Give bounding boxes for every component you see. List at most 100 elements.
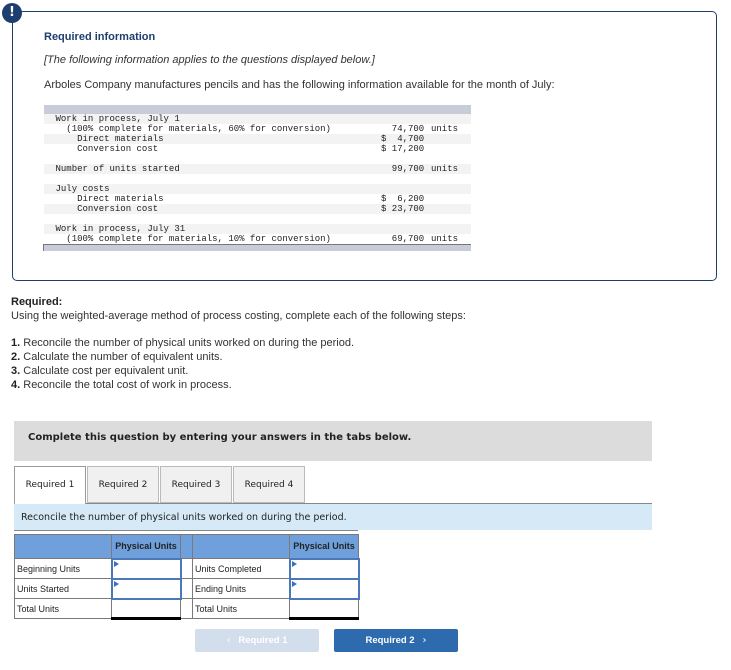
row-amount: 74,700 bbox=[381, 124, 425, 134]
step-item: 3. Calculate cost per equivalent unit. bbox=[11, 364, 354, 378]
step-number: 4. bbox=[11, 379, 21, 391]
row-label: Conversion cost bbox=[43, 204, 381, 214]
step-text: Calculate the number of equivalent units… bbox=[20, 351, 223, 363]
chevron-right-icon: › bbox=[422, 635, 427, 646]
table-row: Work in process, July 31 bbox=[43, 224, 471, 234]
required-information-title: Required information bbox=[44, 31, 156, 43]
step-text: Reconcile the total cost of work in proc… bbox=[20, 379, 232, 391]
row-amount: $ 23,700 bbox=[381, 204, 431, 214]
table-row: Beginning Units Units Completed bbox=[14, 557, 360, 580]
chevron-left-icon: ‹ bbox=[226, 635, 231, 646]
required-intro: Using the weighted-average method of pro… bbox=[11, 310, 466, 322]
units-completed-label: Units Completed bbox=[192, 558, 290, 579]
step-item: 2. Calculate the number of equivalent un… bbox=[11, 350, 354, 364]
row-label: (100% complete for materials, 60% for co… bbox=[55, 124, 331, 134]
row-unit bbox=[431, 184, 471, 194]
next-button-label: Required 2 bbox=[365, 635, 415, 646]
units-completed-input[interactable] bbox=[290, 559, 358, 578]
table-row: Number of units started 99,700 units bbox=[43, 164, 471, 174]
next-required-button[interactable]: Required 2 › bbox=[334, 629, 458, 652]
total-units-left-label: Total Units bbox=[14, 598, 112, 619]
ending-units-cell[interactable] bbox=[288, 577, 360, 600]
required-section: Required: Using the weighted-average met… bbox=[11, 295, 466, 323]
ending-units-input[interactable] bbox=[290, 579, 358, 598]
tab-required-1[interactable]: Required 1 bbox=[14, 466, 86, 504]
info-description: Arboles Company manufactures pencils and… bbox=[44, 79, 555, 91]
units-started-input[interactable] bbox=[112, 579, 180, 598]
row-unit bbox=[431, 114, 471, 124]
row-label: Conversion cost bbox=[55, 144, 159, 154]
row-amount: $ 6,200 bbox=[381, 194, 425, 204]
tab-required-3[interactable]: Required 3 bbox=[160, 466, 232, 503]
complete-question-banner: Complete this question by entering your … bbox=[14, 421, 652, 461]
row-unit bbox=[431, 134, 471, 144]
table-row: Conversion cost $ 23,700 bbox=[43, 204, 471, 214]
table-row: July costs bbox=[43, 184, 471, 194]
row-label: Work in process, July 1 bbox=[43, 114, 381, 124]
header-physical-units-left: Physical Units bbox=[111, 534, 181, 559]
info-note: [The following information applies to th… bbox=[44, 54, 375, 66]
row-unit: units bbox=[431, 234, 459, 244]
units-started-cell[interactable] bbox=[110, 577, 182, 600]
divider bbox=[14, 530, 358, 531]
row-unit bbox=[431, 224, 471, 234]
row-label: (100% complete for materials, 10% for co… bbox=[55, 234, 331, 244]
step-number: 1. bbox=[11, 337, 21, 349]
row-label: Direct materials bbox=[43, 134, 381, 144]
row-amount: 99,700 bbox=[381, 164, 431, 174]
physical-units-table: Physical Units Physical Units Beginning … bbox=[14, 534, 360, 620]
alert-icon: ! bbox=[2, 3, 22, 23]
table-row: Conversion cost $ 17,200 bbox=[44, 144, 472, 154]
step-item: 4. Reconcile the total cost of work in p… bbox=[11, 378, 354, 392]
tab-required-2[interactable]: Required 2 bbox=[87, 466, 159, 503]
units-started-label: Units Started bbox=[14, 578, 112, 599]
header-spacer bbox=[180, 534, 193, 559]
step-text: Reconcile the number of physical units w… bbox=[20, 337, 355, 349]
row-unit bbox=[431, 204, 471, 214]
input-flag-icon bbox=[291, 580, 297, 587]
table-row: Direct materials $ 6,200 bbox=[44, 194, 472, 204]
row-amount: 69,700 bbox=[381, 234, 425, 244]
beginning-units-label: Beginning Units bbox=[14, 558, 112, 579]
row-unit: units bbox=[431, 164, 471, 174]
table-row: Units Started Ending Units bbox=[14, 577, 360, 600]
row-unit bbox=[431, 144, 471, 154]
spacer-cell bbox=[180, 578, 193, 599]
row-unit: units bbox=[431, 124, 459, 134]
header-blank bbox=[192, 534, 290, 559]
tab-instruction: Reconcile the number of physical units w… bbox=[14, 503, 652, 530]
steps-list: 1. Reconcile the number of physical unit… bbox=[11, 336, 354, 392]
units-completed-cell[interactable] bbox=[288, 557, 360, 580]
total-units-right-label: Total Units bbox=[192, 598, 290, 619]
step-item: 1. Reconcile the number of physical unit… bbox=[11, 336, 354, 350]
table-footer-bar bbox=[43, 244, 471, 251]
total-units-right-value bbox=[289, 598, 359, 620]
prev-button-label: Required 1 bbox=[238, 635, 288, 646]
row-amount: $ 17,200 bbox=[381, 144, 425, 154]
beginning-units-cell[interactable] bbox=[110, 557, 182, 580]
table-row: (100% complete for materials, 60% for co… bbox=[44, 124, 472, 134]
row-label: Direct materials bbox=[55, 194, 164, 204]
row-unit bbox=[431, 194, 471, 204]
spacer-cell bbox=[180, 558, 193, 579]
table-row: (100% complete for materials, 10% for co… bbox=[44, 234, 472, 245]
table-row: Work in process, July 1 bbox=[43, 114, 471, 124]
tab-required-4[interactable]: Required 4 bbox=[233, 466, 305, 503]
company-data-table: Work in process, July 1 (100% complete f… bbox=[43, 105, 471, 251]
row-amount bbox=[381, 114, 431, 124]
step-text: Calculate cost per equivalent unit. bbox=[20, 365, 189, 377]
input-flag-icon bbox=[291, 560, 297, 567]
row-amount: $ 4,700 bbox=[381, 134, 431, 144]
required-tabs: Required 1 Required 2 Required 3 Require… bbox=[14, 466, 306, 504]
row-label: Work in process, July 31 bbox=[43, 224, 381, 234]
required-title: Required: bbox=[11, 296, 63, 308]
prev-required-button[interactable]: ‹ Required 1 bbox=[195, 629, 319, 652]
beginning-units-input[interactable] bbox=[112, 559, 180, 578]
input-flag-icon bbox=[113, 560, 119, 567]
row-amount bbox=[381, 184, 431, 194]
row-amount bbox=[381, 224, 431, 234]
row-label: July costs bbox=[43, 184, 381, 194]
table-header-bar bbox=[43, 105, 471, 114]
spacer-cell bbox=[180, 598, 193, 619]
table-row: Total Units Total Units bbox=[14, 598, 359, 620]
